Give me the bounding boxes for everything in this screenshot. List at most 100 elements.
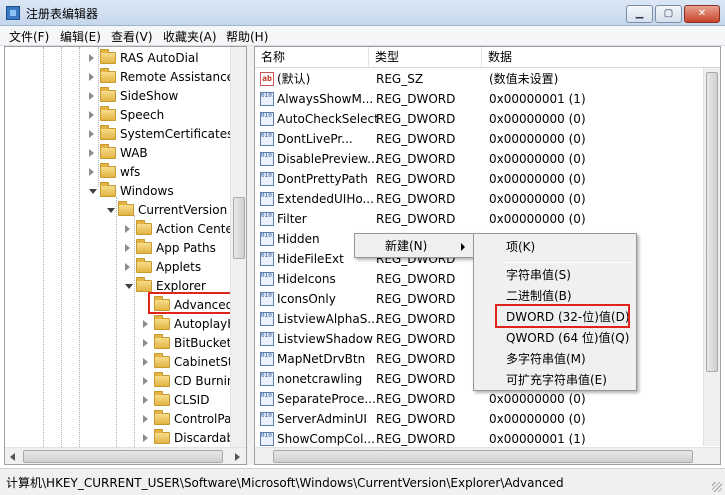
value-row[interactable]: 0101ExtendedUIHo...REG_DWORD 0x00000000 (… (255, 189, 703, 209)
expand-arrow-icon[interactable] (89, 111, 94, 119)
value-row[interactable]: ab (默认) REG_SZ (数值未设置) (255, 69, 703, 89)
menu-edit[interactable]: 编辑(E) (60, 28, 101, 45)
value-row[interactable]: 0101DontLivePr... REG_DWORD 0x00000000 (0) (255, 129, 703, 149)
list-scroll-thumb[interactable] (706, 72, 718, 372)
menu-view[interactable]: 查看(V) (111, 28, 153, 45)
dword-highlight-box (495, 304, 630, 328)
list-horizontal-scrollbar[interactable] (255, 447, 720, 464)
expand-arrow-icon[interactable] (89, 54, 94, 62)
tree-item-speech[interactable]: Speech (5, 106, 230, 125)
collapse-arrow-icon[interactable] (89, 189, 97, 194)
submenu-new-string[interactable]: 字符串值(S) (506, 265, 571, 285)
expand-arrow-icon[interactable] (89, 149, 94, 157)
expand-arrow-icon[interactable] (143, 358, 148, 366)
tree-item-app-paths[interactable]: App Paths (5, 239, 230, 258)
open-folder-icon (136, 277, 152, 292)
value-row[interactable]: 0101ShowCompCol...REG_DWORD 0x00000001 (1… (255, 429, 703, 449)
value-name: (默认) (277, 72, 311, 86)
collapse-arrow-icon[interactable] (125, 284, 133, 289)
maximize-button[interactable]: ▢ (655, 5, 682, 23)
column-header-data[interactable]: 数据 (482, 47, 720, 67)
collapse-arrow-icon[interactable] (107, 208, 115, 213)
column-header-name[interactable]: 名称 (255, 47, 369, 67)
folder-icon (136, 258, 152, 273)
value-name: DontLivePr... (277, 132, 353, 146)
value-row[interactable]: 0101SeparateProce...REG_DWORD 0x00000000 … (255, 389, 703, 409)
tree-hscroll-thumb[interactable] (23, 450, 223, 463)
tree-item-cd-burning[interactable]: CD Burning (5, 372, 242, 391)
expand-arrow-icon[interactable] (125, 244, 130, 252)
context-menu-new[interactable]: 新建(N) (385, 236, 427, 256)
tree-item-sideshow[interactable]: SideShow (5, 87, 230, 106)
tree-item-remote-assistance[interactable]: Remote Assistance (5, 68, 234, 87)
tree-horizontal-scrollbar[interactable] (5, 447, 246, 464)
expand-arrow-icon[interactable] (143, 339, 148, 347)
expand-arrow-icon[interactable] (89, 130, 94, 138)
scroll-left-arrow-icon[interactable] (10, 453, 15, 461)
folder-icon (100, 163, 116, 178)
value-data: 0x00000000 (0) (489, 152, 586, 166)
submenu-new-expandstring[interactable]: 可扩充字符串值(E) (506, 370, 607, 390)
tree-item-clsid[interactable]: CLSID (5, 391, 230, 410)
menu-favorites[interactable]: 收藏夹(A) (163, 28, 217, 45)
tree-item-controlpar[interactable]: ControlPar (5, 410, 236, 429)
expand-arrow-icon[interactable] (89, 92, 94, 100)
value-row[interactable]: 0101AutoCheckSelectREG_DWORD 0x00000000 (… (255, 109, 703, 129)
tree-item-applets[interactable]: Applets (5, 258, 230, 277)
value-row[interactable]: 0101DisablePreview...REG_DWORD 0x00000000… (255, 149, 703, 169)
menu-help[interactable]: 帮助(H) (226, 28, 268, 45)
submenu-new-multistring[interactable]: 多字符串值(M) (506, 349, 586, 369)
tree-vertical-scrollbar[interactable] (230, 47, 246, 447)
close-button[interactable]: ✕ (684, 5, 720, 23)
pane-splitter[interactable] (247, 46, 254, 465)
expand-arrow-icon[interactable] (89, 73, 94, 81)
tree-item-action-center[interactable]: Action Center (5, 220, 238, 239)
expand-arrow-icon[interactable] (143, 415, 148, 423)
tree-item-autoplayh[interactable]: AutoplayH (5, 315, 236, 334)
registry-tree-pane[interactable]: RAS AutoDial Remote Assistance SideShow Spe… (4, 46, 247, 465)
value-row[interactable]: 0101Filter REG_DWORD 0x00000000 (0) (255, 209, 703, 229)
expand-arrow-icon[interactable] (125, 263, 130, 271)
minimize-button[interactable]: ▁ (626, 5, 653, 23)
tree-item-label: wfs (120, 165, 141, 179)
value-row[interactable]: 0101ServerAdminUI REG_DWORD 0x00000000 (0) (255, 409, 703, 429)
list-hscroll-thumb[interactable] (273, 450, 693, 463)
expand-arrow-icon[interactable] (89, 168, 94, 176)
value-data: 0x00000000 (0) (489, 192, 586, 206)
binary-value-icon: 0101 (260, 312, 274, 326)
list-vertical-scrollbar[interactable] (703, 68, 720, 446)
binary-value-icon: 0101 (260, 172, 274, 186)
tree-item-systemcertificates[interactable]: SystemCertificates (5, 125, 233, 144)
submenu-separator (502, 262, 632, 263)
tree-item-bitbucket[interactable]: BitBucket (5, 334, 231, 353)
resize-grip-icon[interactable] (712, 482, 722, 492)
expand-arrow-icon[interactable] (143, 377, 148, 385)
tree-item-cabinetsta[interactable]: CabinetSta (5, 353, 240, 372)
expand-arrow-icon[interactable] (125, 225, 130, 233)
value-row[interactable]: 0101DontPrettyPath REG_DWORD 0x00000000 (0… (255, 169, 703, 189)
submenu-new-binary[interactable]: 二进制值(B) (506, 286, 572, 306)
tree-item-discardabl[interactable]: Discardabl (5, 429, 237, 448)
tree-item-windows[interactable]: Windows (5, 182, 230, 201)
column-header-type[interactable]: 类型 (369, 47, 482, 67)
value-data: 0x00000000 (0) (489, 172, 586, 186)
menu-file[interactable]: 文件(F) (9, 28, 49, 45)
expand-arrow-icon[interactable] (143, 396, 148, 404)
folder-icon (154, 353, 170, 368)
submenu-new-qword[interactable]: QWORD (64 位)值(Q) (506, 328, 629, 348)
expand-arrow-icon[interactable] (143, 320, 148, 328)
tree-item-wfs[interactable]: wfs (5, 163, 230, 182)
submenu-new-key[interactable]: 项(K) (506, 237, 535, 257)
tree-item-currentversion[interactable]: CurrentVersion (5, 201, 230, 220)
value-row[interactable]: 0101AlwaysShowM...REG_DWORD 0x00000001 (1… (255, 89, 703, 109)
tree-scroll-thumb[interactable] (233, 197, 245, 259)
tree-item-label: CurrentVersion (138, 203, 228, 217)
value-name: ListviewAlphaS... (277, 312, 379, 326)
string-value-icon: ab (260, 72, 274, 86)
scroll-right-arrow-icon[interactable] (235, 453, 240, 461)
menu-bar: 文件(F) 编辑(E) 查看(V) 收藏夹(A) 帮助(H) (0, 26, 725, 46)
regedit-app-icon (6, 6, 20, 20)
tree-item-wab[interactable]: WAB (5, 144, 230, 163)
tree-item-ras-autodial[interactable]: RAS AutoDial (5, 49, 230, 68)
expand-arrow-icon[interactable] (143, 434, 148, 442)
